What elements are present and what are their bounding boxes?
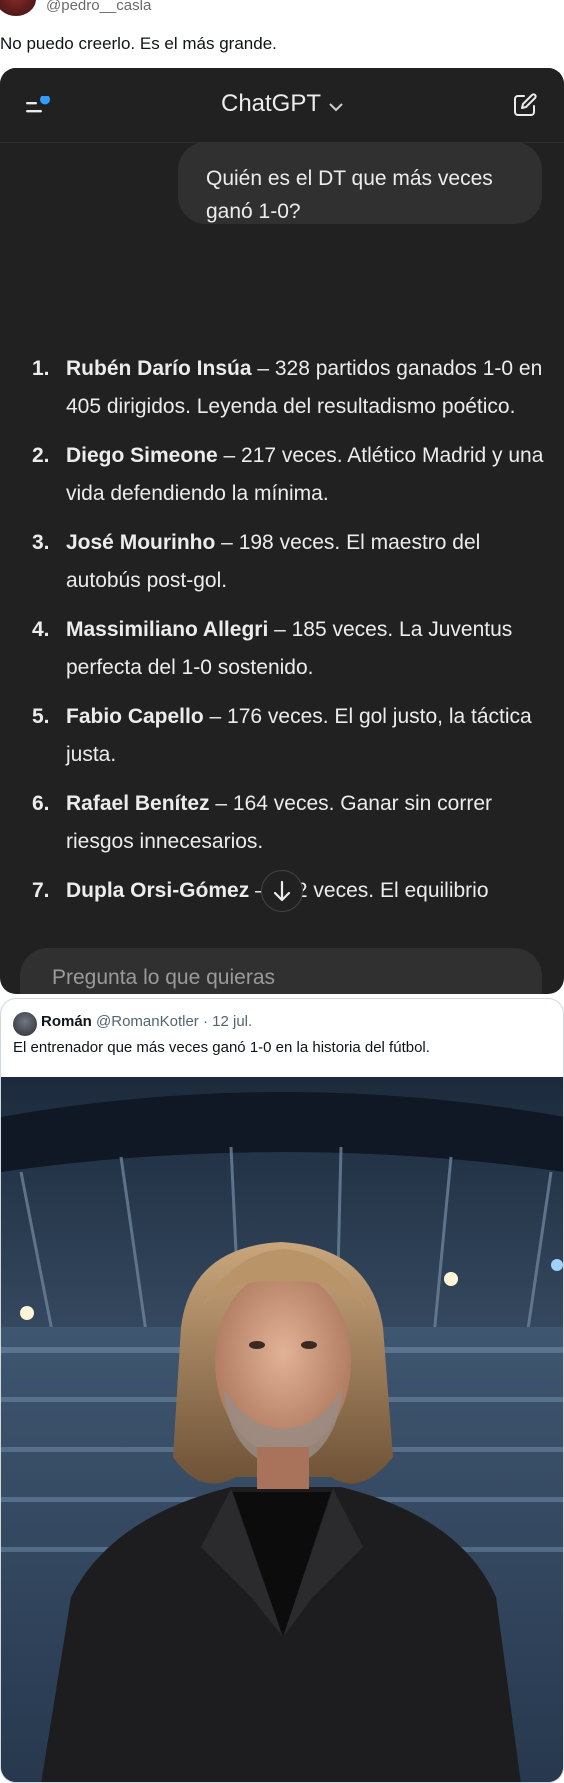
assistant-answer: 1. Rubén Darío Insúa – 328 partidos gana… — [32, 350, 552, 921]
list-item: 5. Fabio Capello – 176 veces. El gol jus… — [32, 698, 552, 774]
author-handle[interactable]: @RomanKotler — [96, 1013, 199, 1030]
scroll-down-button[interactable] — [261, 870, 303, 912]
quoted-tweet[interactable]: Román @RomanKotler · 12 jul. El entrenad… — [0, 998, 564, 1783]
list-item-number: 3. — [32, 531, 50, 554]
new-chat-icon[interactable] — [512, 92, 538, 118]
prompt-input[interactable]: Pregunta lo que quieras — [20, 948, 542, 994]
arrow-down-icon — [273, 880, 291, 902]
avatar[interactable] — [0, 0, 36, 16]
user-message-bubble: Quién es el DT que más veces ganó 1-0? — [178, 142, 542, 224]
tweet-photo[interactable] — [1, 1077, 563, 1782]
list-item-name: Rafael Benítez — [66, 792, 210, 815]
list-item: 6. Rafael Benítez – 164 veces. Ganar sin… — [32, 785, 552, 861]
list-item-number: 2. — [32, 444, 50, 467]
stadium-portrait-image — [1, 1077, 563, 1782]
list-item-name: Diego Simeone — [66, 444, 218, 467]
list-item: 1. Rubén Darío Insúa – 328 partidos gana… — [32, 350, 552, 426]
chat-topbar: ChatGPT — [0, 68, 564, 143]
list-item-number: 7. — [32, 879, 50, 902]
list-item-name: Massimiliano Allegri — [66, 618, 269, 641]
app-title: ChatGPT — [220, 90, 322, 117]
quoted-tweet-author: Román @RomanKotler · 12 jul. — [41, 1013, 252, 1030]
tweet-header: @pedro__casla — [0, 0, 564, 22]
chevron-down-icon — [329, 91, 343, 119]
list-item: 2. Diego Simeone – 217 veces. Atlético M… — [32, 437, 552, 513]
list-item-name: Fabio Capello — [66, 705, 204, 728]
list-item-name: Rubén Darío Insúa — [66, 357, 252, 380]
tweet-handle[interactable]: @pedro__casla — [46, 0, 151, 14]
list-item-number: 5. — [32, 705, 50, 728]
model-selector[interactable]: ChatGPT — [0, 90, 564, 119]
quoted-tweet-text: El entrenador que más veces ganó 1-0 en … — [13, 1039, 430, 1056]
list-item-number: 6. — [32, 792, 50, 815]
chatgpt-screenshot: ChatGPT Quién es el DT que más veces gan… — [0, 68, 564, 994]
author-name[interactable]: Román — [41, 1013, 92, 1030]
tweet-date[interactable]: · 12 jul. — [203, 1013, 252, 1030]
prompt-placeholder: Pregunta lo que quieras — [52, 966, 275, 989]
list-item-name: José Mourinho — [66, 531, 216, 554]
list-item-number: 4. — [32, 618, 50, 641]
list-item: 4. Massimiliano Allegri – 185 veces. La … — [32, 611, 552, 687]
list-item-name: Dupla Orsi-Gómez — [66, 879, 250, 902]
avatar[interactable] — [13, 1012, 37, 1036]
list-item-number: 1. — [32, 357, 50, 380]
list-item: 3. José Mourinho – 198 veces. El maestro… — [32, 524, 552, 600]
tweet-text: No puedo creerlo. Es el más grande. — [0, 34, 277, 53]
